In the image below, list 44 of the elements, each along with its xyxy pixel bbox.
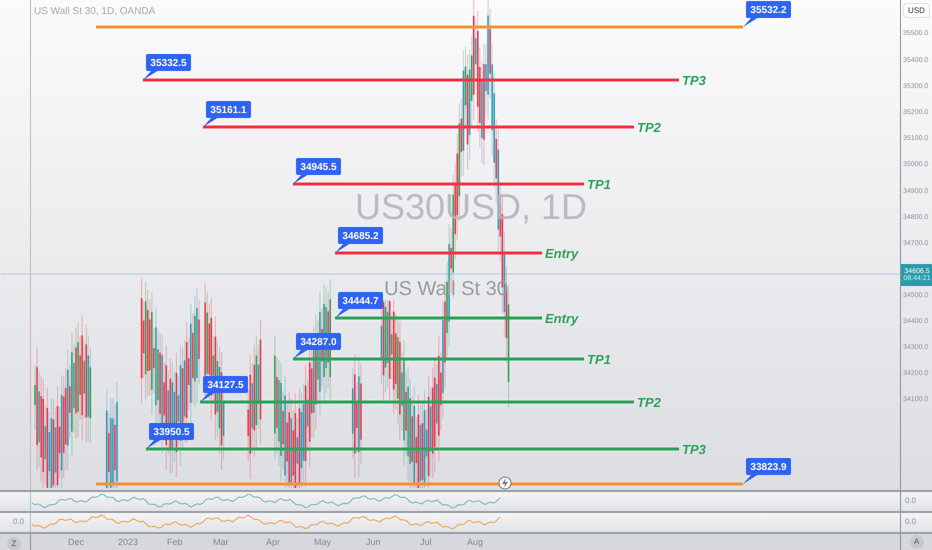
pane-axis-value: 0.0 xyxy=(905,497,916,505)
pane-axis-value: 0.0 xyxy=(905,518,916,526)
level-tag: Entry xyxy=(545,246,578,261)
price-callout: 34127.5 xyxy=(200,376,248,402)
level-tag: TP1 xyxy=(587,352,611,367)
price-callout: 35161.1 xyxy=(203,101,251,127)
level-line[interactable] xyxy=(293,358,584,360)
time-label: Mar xyxy=(213,538,228,547)
price-callout: 34444.7 xyxy=(335,292,383,318)
level-line[interactable] xyxy=(335,316,542,320)
level-line[interactable] xyxy=(143,78,679,82)
pane-value: 0.0 xyxy=(13,518,24,526)
log-scale-button[interactable]: Z xyxy=(7,537,21,550)
price-callout: 33823.9 xyxy=(743,458,791,484)
level-tag: TP2 xyxy=(637,120,661,135)
level-line[interactable] xyxy=(203,126,634,128)
price-callout: 34287.0 xyxy=(293,333,341,359)
level-line[interactable] xyxy=(293,182,584,186)
time-label: May xyxy=(314,538,332,547)
level-line[interactable] xyxy=(96,26,743,28)
time-label: Feb xyxy=(167,538,183,547)
level-line[interactable] xyxy=(200,400,634,404)
time-label: Jul xyxy=(420,538,432,547)
time-label: 2023 xyxy=(118,538,138,547)
level-tag: TP3 xyxy=(682,73,706,88)
price-callout: 33950.5 xyxy=(146,423,194,449)
level-tag: TP3 xyxy=(682,442,706,457)
lightning-icon[interactable] xyxy=(498,476,512,490)
price-callout: 34685.2 xyxy=(335,227,383,253)
time-label: Apr xyxy=(266,538,280,547)
price-callout: 35332.5 xyxy=(143,54,191,80)
level-tag: TP1 xyxy=(587,177,611,192)
level-tag: Entry xyxy=(545,311,578,326)
chart-title: US Wall St 30, 1D, OANDA xyxy=(34,5,156,19)
level-line[interactable] xyxy=(146,448,679,450)
level-line[interactable] xyxy=(335,252,542,254)
time-label: Jun xyxy=(366,538,381,547)
currency-button[interactable]: USD xyxy=(903,3,930,18)
auto-scale-button[interactable]: A xyxy=(910,535,924,549)
level-tag: TP2 xyxy=(637,395,661,410)
time-label: Aug xyxy=(467,538,484,547)
time-label: Dec xyxy=(68,538,84,547)
price-callout: 35532.2 xyxy=(743,1,791,27)
price-callout: 34945.5 xyxy=(293,158,341,184)
